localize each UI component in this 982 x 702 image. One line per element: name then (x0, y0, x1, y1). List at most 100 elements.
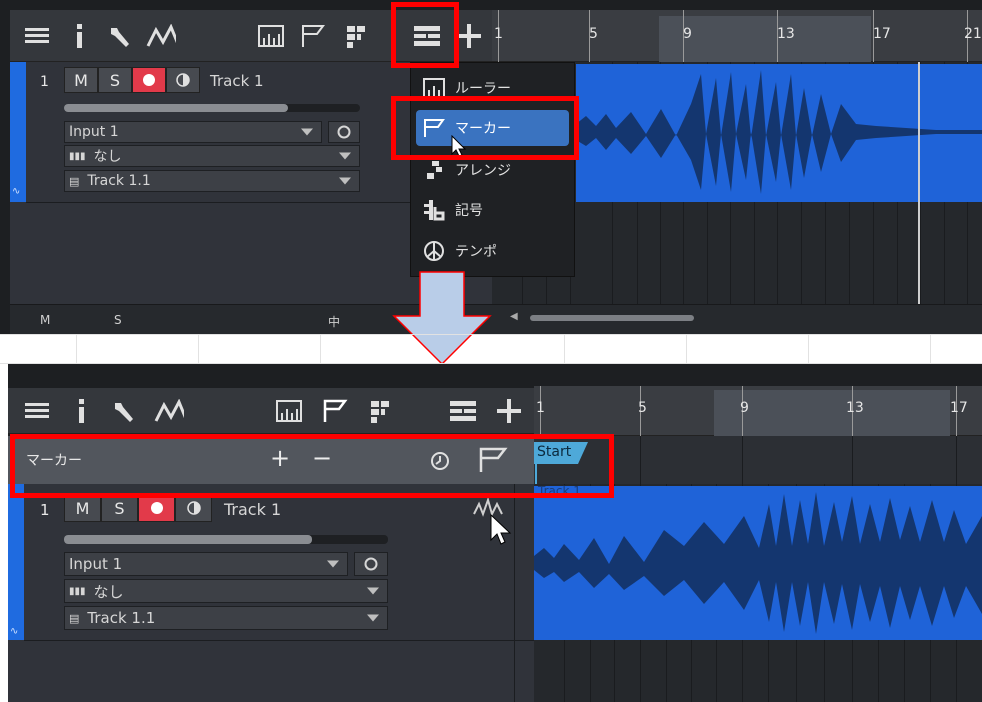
output-select[interactable]: ▤ Track 1.1 (64, 606, 388, 630)
wrench-icon[interactable] (104, 21, 134, 51)
top-ruler[interactable]: 1 5 9 13 17 21 (492, 10, 982, 62)
global-tracks-menu: ルーラー マーカー アレンジ 記号 テンポ (410, 62, 575, 277)
track-name[interactable]: Track 1 (224, 500, 281, 519)
ruler-tick-5: 5 (638, 400, 647, 416)
add-icon[interactable] (494, 396, 524, 426)
menu-item-tempo-label: テンポ (455, 244, 497, 260)
ruler-tick-1: 1 (536, 400, 545, 416)
loop-range[interactable] (714, 390, 950, 436)
input-select[interactable]: Input 1 (64, 121, 322, 143)
highlight-marker-item (391, 96, 579, 160)
arrange-icon[interactable] (364, 396, 394, 426)
ruler-tick-13: 13 (777, 26, 795, 42)
bottom-toolbar (8, 388, 534, 434)
bottom-track-list: ∿ 1 M S Track 1 Input 1 ▮▮▮ なし ▤ Track 1… (8, 484, 534, 702)
record-icon (143, 74, 155, 86)
bottom-ruler[interactable]: 1 5 9 13 17 (534, 386, 982, 436)
record-icon (150, 502, 163, 514)
solo-button[interactable]: S (98, 67, 132, 93)
ruler-tick-21: 21 (964, 26, 982, 42)
ruler-icon[interactable] (274, 396, 304, 426)
waveform (534, 492, 982, 634)
background-sheet (0, 334, 982, 364)
menu-item-ruler-label: ルーラー (455, 81, 511, 97)
menu-item-signature[interactable]: 記号 (421, 193, 483, 227)
record-button[interactable] (132, 67, 166, 93)
arrange-icon[interactable] (340, 21, 370, 51)
input-label: Input 1 (69, 555, 123, 573)
footer-m[interactable]: M (40, 313, 50, 327)
automation-toggle-icon[interactable]: ∿ (12, 186, 24, 198)
ruler-icon[interactable] (256, 21, 286, 51)
wrench-icon[interactable] (108, 396, 138, 426)
global-tracks-icon[interactable] (448, 396, 478, 426)
instrument-icon: ▮▮▮ (69, 585, 86, 597)
instrument-select[interactable]: ▮▮▮ なし (64, 145, 360, 167)
menu-item-arrange-label: アレンジ (455, 163, 511, 179)
mute-button[interactable]: M (64, 494, 101, 522)
ruler-tick-1: 1 (494, 26, 503, 42)
automation-icon[interactable] (154, 396, 184, 426)
output-icon: ▤ (69, 611, 80, 625)
track-color-strip (10, 62, 26, 202)
ruler-tick-17: 17 (950, 400, 968, 416)
ruler-tick-17: 17 (873, 26, 891, 42)
marker-flag-icon[interactable] (320, 396, 350, 426)
menu-lines-icon[interactable] (22, 21, 52, 51)
menu-lines-icon[interactable] (22, 396, 52, 426)
ruler-tick-13: 13 (846, 400, 864, 416)
input-monitor-button[interactable] (354, 552, 388, 576)
monitor-icon (186, 501, 201, 515)
scroll-left-icon[interactable]: ◀ (510, 311, 518, 322)
bottom-screenshot: 1 5 9 13 17 マーカー + − Start ∿ 1 M S Track… (8, 364, 982, 702)
track-number: 1 (40, 74, 49, 90)
automation-icon[interactable] (146, 21, 176, 51)
monitor-button[interactable] (166, 67, 200, 93)
output-label: Track 1.1 (87, 173, 151, 189)
playhead[interactable] (918, 62, 920, 304)
info-icon[interactable] (64, 21, 94, 51)
monitor-button[interactable] (175, 494, 212, 522)
waveform (576, 70, 982, 194)
output-icon: ▤ (69, 174, 80, 188)
footer-s[interactable]: S (114, 313, 122, 327)
input-monitor-button[interactable] (328, 121, 360, 143)
solo-button[interactable]: S (101, 494, 138, 522)
menu-item-tempo[interactable]: テンポ (421, 234, 497, 268)
record-button[interactable] (138, 494, 175, 522)
input-label: Input 1 (69, 124, 119, 140)
circle-icon (337, 125, 351, 139)
output-label: Track 1.1 (87, 609, 156, 627)
volume-slider[interactable] (64, 104, 360, 112)
ruler-tick-5: 5 (589, 26, 598, 42)
highlight-global-tracks-button (391, 2, 459, 68)
input-select[interactable]: Input 1 (64, 552, 348, 576)
ruler-tick-9: 9 (683, 26, 692, 42)
output-select[interactable]: ▤ Track 1.1 (64, 170, 360, 192)
mute-button[interactable]: M (64, 67, 98, 93)
track-buttons: M S (64, 494, 214, 522)
info-icon[interactable] (66, 396, 96, 426)
volume-slider[interactable] (64, 535, 388, 544)
footer-center[interactable]: 中 (328, 313, 340, 330)
bottom-arrange-area[interactable]: Track 1 (534, 484, 982, 702)
track-number: 1 (40, 501, 50, 519)
horizontal-scrollbar[interactable]: ◀ (510, 311, 710, 323)
top-footer: M S 中 ◀ (10, 304, 982, 334)
signature-icon (421, 199, 447, 221)
highlight-marker-lane (10, 434, 614, 498)
arrange-icon (421, 159, 447, 181)
audio-event[interactable]: Track 1 (534, 484, 982, 640)
marker-flag-icon[interactable] (298, 21, 328, 51)
circle-icon (364, 557, 378, 571)
instrument-label: なし (93, 582, 124, 601)
track-color-strip (8, 484, 24, 640)
mouse-cursor-icon (490, 514, 512, 545)
ruler-tick-9: 9 (740, 400, 749, 416)
monitor-icon (176, 73, 190, 87)
instrument-select[interactable]: ▮▮▮ なし (64, 579, 388, 603)
automation-toggle-icon[interactable]: ∿ (10, 626, 22, 638)
track-name[interactable]: Track 1 (210, 72, 264, 90)
audio-event[interactable] (576, 64, 982, 202)
tempo-icon (421, 240, 447, 262)
